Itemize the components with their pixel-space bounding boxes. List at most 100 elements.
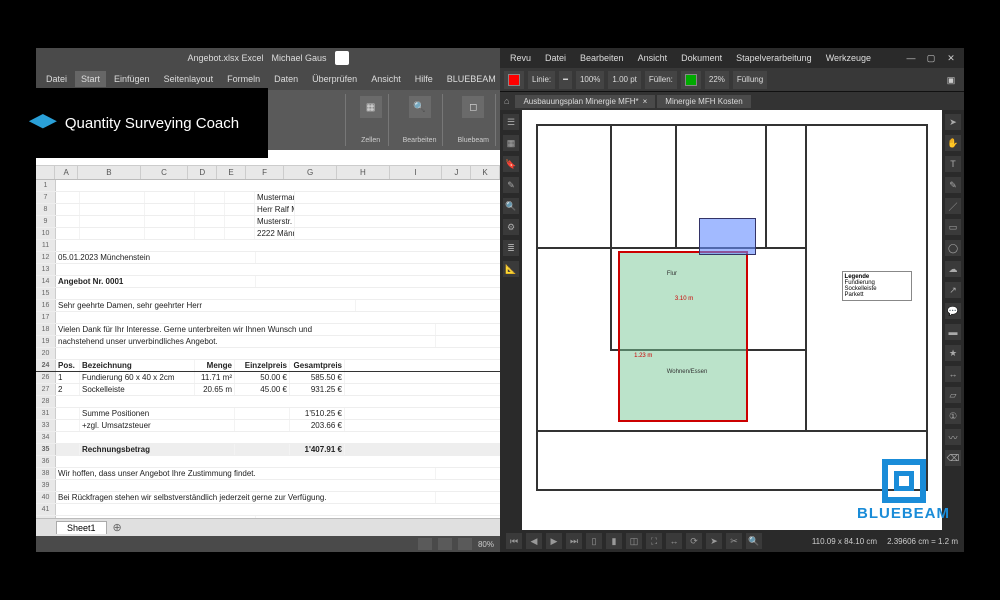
addr3[interactable]: Musterstr. 1 [255,216,295,227]
line-color[interactable] [504,71,524,89]
arrow-tool-icon[interactable]: ↗ [945,282,961,298]
col-f[interactable]: F [246,166,284,179]
date-line[interactable]: 05.01.2023 Münchenstein [56,252,256,263]
select-all[interactable] [36,166,55,179]
item2-qty[interactable]: 20.65 m [195,384,235,395]
split-icon[interactable]: ◫ [626,533,642,549]
cursor-icon[interactable]: ➤ [706,533,722,549]
hdr-unit[interactable]: Einzelpreis [235,360,290,371]
menu-datei[interactable]: Datei [40,71,73,87]
col-e[interactable]: E [217,166,246,179]
doc-tab-1[interactable]: Ausbauungsplan Minergie MFH*× [515,95,655,108]
item2-total[interactable]: 931.25 € [290,384,345,395]
avatar[interactable] [335,51,349,65]
bb-menu-datei[interactable]: Datei [539,51,572,65]
sheet-rows[interactable]: 1 7Mustermann AG 8Herr Ralf Muster 9Must… [36,180,500,518]
text-tool-icon[interactable]: T [945,156,961,172]
prev-page-icon[interactable]: ◀ [526,533,542,549]
bb-menu-revu[interactable]: Revu [504,51,537,65]
salutation[interactable]: Sehr geehrte Damen, sehr geehrter Herr [56,300,356,311]
menu-bluebeam[interactable]: BLUEBEAM [441,71,502,87]
col-i[interactable]: I [390,166,443,179]
closing1[interactable]: Wir hoffen, dass unser Angebot Ihre Zust… [56,468,436,479]
item1-desc[interactable]: Fundierung 60 x 40 x 2cm [80,372,195,383]
col-k[interactable]: K [471,166,500,179]
bb-menu-werkzeuge[interactable]: Werkzeuge [820,51,877,65]
properties-icon[interactable]: ⚙ [503,219,519,235]
zoom-tool-icon[interactable]: 🔍 [746,533,762,549]
hdr-desc[interactable]: Bezeichnung [80,360,195,371]
layers-icon[interactable]: ≣ [503,240,519,256]
fill-color[interactable] [681,71,701,89]
home-icon[interactable]: ⌂ [504,96,509,106]
single-page-icon[interactable]: ▯ [586,533,602,549]
item2-pos[interactable]: 2 [56,384,80,395]
fit-width-icon[interactable]: ↔ [666,533,682,549]
file-access-icon[interactable]: ☰ [503,114,519,130]
spreadsheet[interactable]: A B C D E F G H I J K 1 7Mustermann AG 8… [36,166,500,518]
total-val[interactable]: 1'407.91 € [290,444,345,455]
addr2[interactable]: Herr Ralf Muster [255,204,295,215]
search-icon[interactable]: 🔍 [503,198,519,214]
opacity-field[interactable]: 22% [705,71,729,89]
bb-menu-ansicht[interactable]: Ansicht [632,51,674,65]
menu-daten[interactable]: Daten [268,71,304,87]
rotate-icon[interactable]: ⟳ [686,533,702,549]
item1-pos[interactable]: 1 [56,372,80,383]
menu-formeln[interactable]: Formeln [221,71,266,87]
closing2[interactable]: Bei Rückfragen stehen wir selbstverständ… [56,492,436,503]
line-tool-icon[interactable]: ／ [945,198,961,214]
maximize-icon[interactable]: ▢ [922,51,940,65]
bookmarks-icon[interactable]: 🔖 [503,156,519,172]
bb-menu-dokument[interactable]: Dokument [675,51,728,65]
close-icon[interactable]: ✕ [942,51,960,65]
menu-ueberpruefen[interactable]: Überprüfen [306,71,363,87]
minimize-icon[interactable]: — [902,51,920,65]
view-normal-icon[interactable] [418,538,432,550]
insert-cell-icon[interactable]: ▦ [360,96,382,118]
thumbnails-icon[interactable]: ▦ [503,135,519,151]
menu-hilfe[interactable]: Hilfe [409,71,439,87]
view-break-icon[interactable] [458,538,472,550]
intro1[interactable]: Vielen Dank für Ihr Interesse. Gerne unt… [56,324,436,335]
count-tool-icon[interactable]: ① [945,408,961,424]
offer-no[interactable]: Angebot Nr. 0001 [56,276,256,287]
menu-start[interactable]: Start [75,71,106,87]
first-page-icon[interactable]: ⏮ [506,533,522,549]
col-d[interactable]: D [188,166,217,179]
drawing-scale[interactable]: 2.39606 cm = 1.2 m [887,537,958,546]
area-tool-icon[interactable]: ▱ [945,387,961,403]
hdr-pos[interactable]: Pos. [56,360,80,371]
close-tab-icon[interactable]: × [643,97,648,106]
panel-toggle-icon[interactable]: ▣ [942,73,960,87]
polylength-tool-icon[interactable]: 〰 [945,429,961,445]
hdr-qty[interactable]: Menge [195,360,235,371]
rect-tool-icon[interactable]: ▭ [945,219,961,235]
add-sheet-icon[interactable]: ⊕ [113,521,122,534]
item2-desc[interactable]: Sockelleiste [80,384,195,395]
item2-unit[interactable]: 45.00 € [235,384,290,395]
sign[interactable]: Michael Gaus [56,516,256,518]
callout-tool-icon[interactable]: 💬 [945,303,961,319]
total-label[interactable]: Rechnungsbetrag [80,444,235,455]
col-g[interactable]: G [284,166,337,179]
last-page-icon[interactable]: ⏭ [566,533,582,549]
stamp-tool-icon[interactable]: ★ [945,345,961,361]
sheet-tab-1[interactable]: Sheet1 [56,521,107,534]
hdr-total[interactable]: Gesamtpreis [290,360,345,371]
snapshot-icon[interactable]: ✂ [726,533,742,549]
secondary-markup[interactable] [699,218,756,255]
item1-qty[interactable]: 11.71 m² [195,372,235,383]
addr4[interactable]: 2222 Männedorf [255,228,295,239]
select-tool-icon[interactable]: ➤ [945,114,961,130]
bb-menu-bearbeiten[interactable]: Bearbeiten [574,51,630,65]
vat-val[interactable]: 203.66 € [290,420,345,431]
pen-tool-icon[interactable]: ✎ [945,177,961,193]
menu-ansicht[interactable]: Ansicht [365,71,407,87]
measure-icon[interactable]: 📐 [503,261,519,277]
line-weight[interactable]: 1.00 pt [608,71,640,89]
cloud-tool-icon[interactable]: ☁ [945,261,961,277]
doc-tab-2[interactable]: Minergie MFH Kosten [657,95,750,108]
bluebeam-icon[interactable]: ◻ [462,96,484,118]
sum-val[interactable]: 1'510.25 € [290,408,345,419]
